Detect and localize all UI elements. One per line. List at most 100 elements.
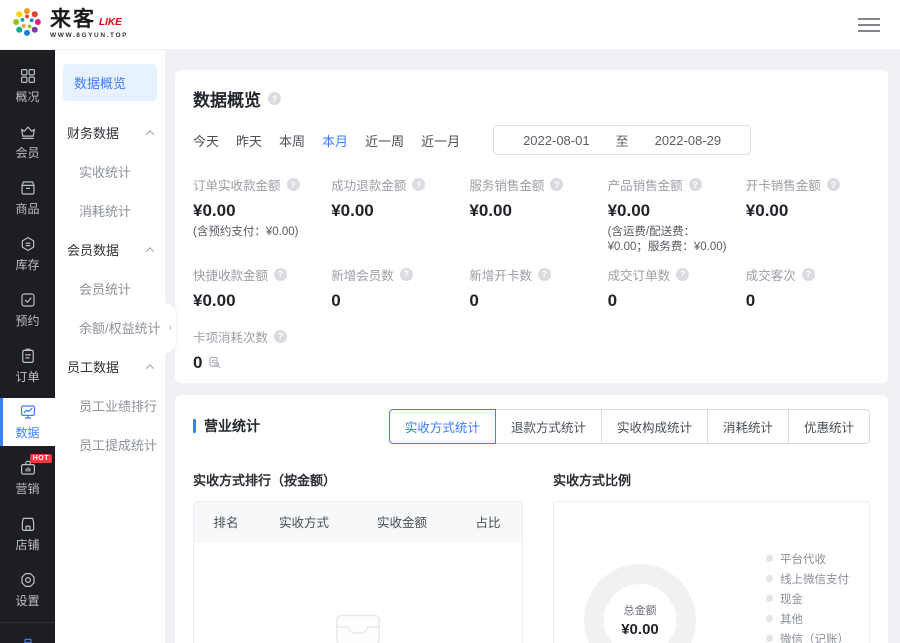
tab-refund-method[interactable]: 退款方式统计 [495,409,602,444]
submenu-item-data-overview[interactable]: 数据概览 [63,64,157,101]
sidebar-item-label: 商品 [15,200,39,217]
submenu-item-staff-commission[interactable]: 员工提成统计 [55,425,165,464]
sidebar-item-label: 数据 [15,424,39,441]
stat-value: ¥0.00 [193,291,317,311]
stat-value: 0 [193,353,202,373]
help-icon[interactable]: ? [827,178,840,191]
secondary-sidebar: 数据概览 财务数据 实收统计 消耗统计 会员数据 会员统计 余额/权益统计 员工… [55,50,165,643]
submenu-group-label: 员工数据 [67,357,119,376]
column-header-method: 实收方式 [258,512,350,531]
tab-consumption[interactable]: 消耗统计 [707,409,789,444]
stat-value: ¥0.00 [746,201,870,221]
view-detail-icon[interactable] [208,356,222,370]
stat-value: 0 [746,291,870,311]
stat-customer-visits: 成交客次? 0 [746,265,870,311]
stat-label: 新增会员数 [331,265,394,284]
stat-completed-orders: 成交订单数? 0 [608,265,732,311]
sidebar-item-orders[interactable]: 订单 [0,342,55,390]
help-icon[interactable]: ? [274,330,287,343]
help-icon[interactable]: ? [274,268,287,281]
empty-inbox-icon [327,604,389,643]
filter-today[interactable]: 今天 [193,131,219,150]
section-title: 营业统计 [204,416,260,436]
help-icon[interactable]: ? [412,178,425,191]
sidebar-item-booking[interactable]: 预约 [0,286,55,334]
sidebar-item-shop[interactable]: 店铺 [0,510,55,558]
sidebar-item-data[interactable]: 数据 [0,398,55,446]
sidebar-bottom-section: 收银台 [0,622,55,643]
inventory-icon [19,235,37,253]
sidebar-item-cashier[interactable]: 收银台 [0,631,55,643]
sidebar-item-members[interactable]: 会员 [0,118,55,166]
date-end-input[interactable]: 2022-08-29 [655,133,722,148]
submenu-item-balance-stats[interactable]: 余额/权益统计 [55,308,165,347]
help-icon[interactable]: ? [802,268,815,281]
help-icon[interactable]: ? [538,268,551,281]
sidebar-item-products[interactable]: 商品 [0,174,55,222]
sidebar-item-label: 会员 [15,144,39,161]
date-range-picker[interactable]: 2022-08-01 至 2022-08-29 [493,125,751,155]
hamburger-menu-icon[interactable] [854,12,884,38]
submenu-group-staff[interactable]: 员工数据 [55,347,165,386]
help-icon[interactable]: ? [287,178,300,191]
legend-item[interactable]: 微信（记账） [766,631,862,643]
stat-label: 成交客次 [746,265,796,284]
sidebar-collapse-handle[interactable]: ‹ [165,303,176,353]
page-title: 数据概览 [193,86,261,111]
filter-this-month[interactable]: 本月 [322,131,348,150]
sidebar-item-inventory[interactable]: 库存 [0,230,55,278]
data-overview-card: 数据概览 ? 今天 昨天 本周 本月 近一周 近一月 2022-08-01 至 … [175,70,888,383]
gear-icon [19,571,37,589]
chevron-up-icon [146,247,154,255]
sidebar-item-label: 订单 [15,368,39,385]
legend-label: 平台代收 [780,551,826,567]
stat-value: 0 [469,291,593,311]
submenu-item-income-stats[interactable]: 实收统计 [55,152,165,191]
legend-item[interactable]: 平台代收 [766,551,862,567]
help-icon[interactable]: ? [400,268,413,281]
stat-value: 0 [331,291,455,311]
submenu-item-staff-ranking[interactable]: 员工业绩排行 [55,386,165,425]
submenu-group-members[interactable]: 会员数据 [55,230,165,269]
filter-last-month[interactable]: 近一月 [421,131,460,150]
sidebar-item-label: 概况 [15,88,39,105]
help-icon[interactable]: ? [268,92,281,105]
brand-logo[interactable]: 来客 LIKE WWW.8GYUN.TOP [10,5,128,44]
filter-last-week[interactable]: 近一周 [365,131,404,150]
primary-sidebar: 概况 会员 商品 库存 [0,50,55,643]
submenu-item-consume-stats[interactable]: 消耗统计 [55,191,165,230]
sidebar-item-label: 设置 [15,592,39,609]
business-stats-card: 营业统计 实收方式统计 退款方式统计 实收构成统计 消耗统计 优惠统计 实收方式… [175,395,888,643]
sidebar-item-settings[interactable]: 设置 [0,566,55,614]
stat-value: 0 [608,291,732,311]
filter-yesterday[interactable]: 昨天 [236,131,262,150]
legend-item[interactable]: 现金 [766,591,862,607]
tab-income-method[interactable]: 实收方式统计 [389,409,496,444]
sidebar-item-overview[interactable]: 概况 [0,62,55,110]
brand-logo-icon [10,5,44,44]
help-icon[interactable]: ? [676,268,689,281]
sidebar-item-marketing[interactable]: HOT 营销 [0,454,55,502]
legend-item[interactable]: 线上微信支付 [766,571,862,587]
stats-tab-group: 实收方式统计 退款方式统计 实收构成统计 消耗统计 优惠统计 [389,409,870,444]
date-start-input[interactable]: 2022-08-01 [523,133,590,148]
submenu-group-finance[interactable]: 财务数据 [55,113,165,152]
help-icon[interactable]: ? [689,178,702,191]
legend-dot-icon [766,635,773,642]
storefront-icon [19,515,37,533]
income-proportion-panel: 实收方式比例 总金额 ¥0.00 平台代收 线上微信支付 [553,470,870,643]
brand-name: 来客 [50,9,96,30]
stat-label: 成交订单数 [608,265,671,284]
legend-dot-icon [766,575,773,582]
stat-label: 快捷收款金额 [193,265,268,284]
app-window: 来客 LIKE WWW.8GYUN.TOP 概况 会员 [0,0,900,643]
tab-discount[interactable]: 优惠统计 [788,409,870,444]
help-icon[interactable]: ? [550,178,563,191]
donut-chart: 总金额 ¥0.00 [584,564,696,643]
legend-item[interactable]: 其他 [766,611,862,627]
sidebar-item-label: 营销 [15,480,39,497]
submenu-item-member-stats[interactable]: 会员统计 [55,269,165,308]
filter-this-week[interactable]: 本周 [279,131,305,150]
stat-subtext: (含预约支付：¥0.00) [193,225,317,240]
tab-income-composition[interactable]: 实收构成统计 [601,409,708,444]
